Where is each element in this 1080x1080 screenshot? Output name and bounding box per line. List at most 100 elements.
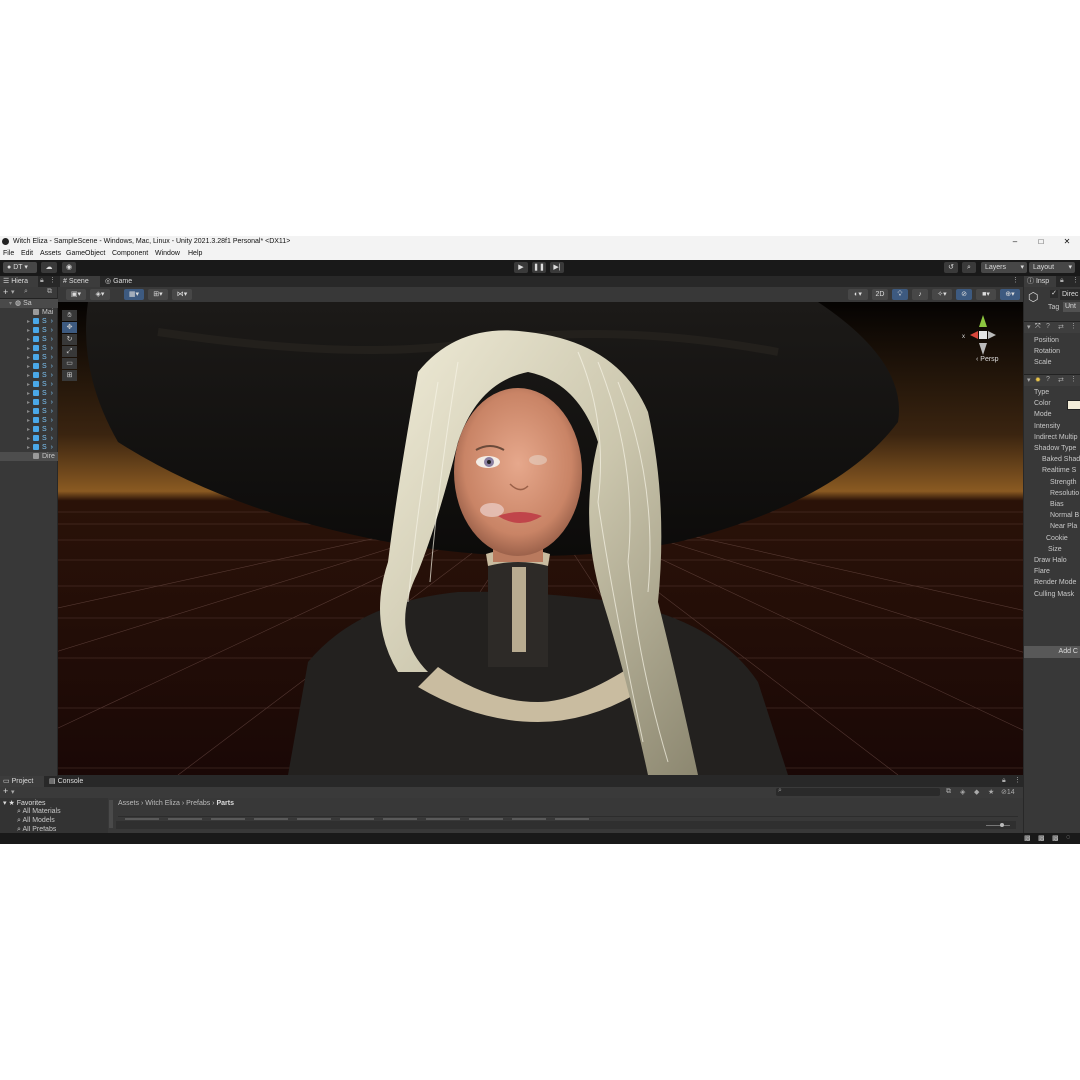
menu-gameobject[interactable]: GameObject — [66, 250, 105, 257]
breadcrumb-item[interactable]: Parts — [216, 800, 234, 807]
hidden-packages-icon[interactable]: ⊘14 — [1001, 788, 1015, 796]
grid-snap-button[interactable]: ▦▾ — [124, 289, 144, 300]
draw-mode-button[interactable]: ▣▾ — [66, 289, 86, 300]
close-button[interactable]: ✕ — [1054, 236, 1080, 248]
asset-thumbnail[interactable] — [254, 818, 288, 820]
asset-thumbnail[interactable] — [383, 818, 417, 820]
asset-thumbnail[interactable] — [340, 818, 374, 820]
more-icon[interactable]: ⋮ — [1072, 276, 1079, 284]
audio-toggle-button[interactable]: ♪ — [912, 289, 928, 300]
cloud-button[interactable]: ☁ — [41, 262, 57, 273]
filter-icon[interactable]: ⧉ — [946, 788, 951, 796]
transform-tool[interactable]: ⊞ — [62, 370, 77, 381]
fav-item[interactable]: ⌕ All Materials — [17, 808, 61, 816]
maximize-button[interactable]: □ — [1028, 236, 1054, 248]
search-icon[interactable]: ⌕ — [24, 288, 28, 296]
rect-tool[interactable]: ▭ — [62, 358, 77, 369]
help-icon[interactable]: ? — [1046, 323, 1050, 330]
collab-button[interactable]: ◉ — [62, 262, 76, 273]
bake-icon[interactable]: ▩ — [1038, 834, 1045, 842]
add-component-button[interactable]: Add C — [1024, 646, 1080, 658]
scene-viewport[interactable]: ✋︎ ✥ ↻ ⤢ ▭ ⊞ x ‹ Persp — [58, 302, 1023, 775]
help-icon[interactable]: ? — [1046, 376, 1050, 383]
orientation-gizmo[interactable]: x — [958, 310, 1008, 360]
asset-thumbnail[interactable] — [297, 818, 331, 820]
transform-component-header[interactable]: ▾ ⤧ ? ⇄ ⋮ — [1024, 321, 1080, 333]
zoom-slider[interactable] — [986, 825, 1010, 826]
asset-thumbnail[interactable] — [426, 818, 460, 820]
object-name-field[interactable]: Direc — [1060, 289, 1080, 300]
mode-2d-button[interactable]: 2D — [872, 289, 888, 300]
more-icon[interactable]: ⋮ — [1014, 776, 1021, 784]
tab-hierarchy[interactable]: ☰ Hiera — [0, 276, 38, 287]
breadcrumb-item[interactable]: Assets — [118, 800, 139, 807]
layers-dropdown[interactable]: Layers ▾ — [981, 262, 1027, 273]
lock-icon[interactable]: 🔒︎ — [40, 277, 44, 285]
add-button[interactable]: + — [3, 786, 8, 796]
cache-icon[interactable]: ▩ — [1052, 834, 1059, 842]
graphics-icon[interactable]: ▩ — [1024, 834, 1031, 842]
tag-dropdown[interactable]: Unt — [1063, 302, 1080, 312]
add-button[interactable]: + — [3, 287, 8, 297]
asset-thumbnail[interactable] — [125, 818, 159, 820]
hand-tool[interactable]: ✋︎ — [62, 310, 77, 321]
lighting-toggle-button[interactable]: 💡︎ — [892, 289, 908, 300]
menu-edit[interactable]: Edit — [21, 250, 33, 257]
step-button[interactable]: ▶| — [550, 262, 564, 273]
asset-thumbnail[interactable] — [512, 818, 546, 820]
more-icon[interactable]: ⋮ — [1070, 322, 1077, 330]
scene-visibility-icon[interactable]: ⧉ — [47, 288, 52, 296]
asset-thumbnail[interactable] — [555, 818, 589, 820]
tree-scrollbar[interactable] — [109, 800, 113, 828]
gizmos-button[interactable]: ⊕▾ — [1000, 289, 1020, 300]
type-filter-icon[interactable]: ◈ — [960, 788, 965, 796]
favorites-header[interactable]: ▾ ★ Favorites — [3, 799, 45, 807]
chevron-down-icon[interactable]: ▾ — [11, 288, 15, 296]
lock-icon[interactable]: 🔒︎ — [1060, 277, 1064, 285]
camera-button[interactable]: ■▾ — [976, 289, 996, 300]
projection-label[interactable]: ‹ Persp — [976, 356, 999, 363]
asset-thumbnail[interactable] — [168, 818, 202, 820]
play-button[interactable]: ▶ — [514, 262, 528, 273]
more-icon[interactable]: ⋮ — [49, 276, 56, 284]
minimize-button[interactable]: – — [1002, 236, 1028, 248]
rotate-tool[interactable]: ↻ — [62, 334, 77, 345]
tab-game[interactable]: ◎ Game — [102, 276, 142, 287]
render-mode-button[interactable]: ◈▾ — [90, 289, 110, 300]
layout-dropdown[interactable]: Layout ▾ — [1029, 262, 1075, 273]
search-input[interactable]: ⌕ — [776, 787, 940, 796]
breadcrumb-item[interactable]: Witch Eliza — [145, 800, 180, 807]
move-tool[interactable]: ✥ — [62, 322, 77, 333]
fav-item[interactable]: ⌕ All Models — [17, 817, 55, 825]
zoom-slider-handle[interactable] — [1000, 823, 1004, 827]
asset-thumbnail[interactable] — [211, 818, 245, 820]
effects-button[interactable]: ✧▾ — [932, 289, 952, 300]
scale-tool[interactable]: ⤢ — [62, 346, 77, 357]
menu-help[interactable]: Help — [188, 250, 202, 257]
more-icon[interactable]: ⋮ — [1070, 375, 1077, 383]
color-swatch[interactable] — [1067, 400, 1080, 410]
hidden-objects-button[interactable]: ⊘ — [956, 289, 972, 300]
preset-icon[interactable]: ⇄ — [1058, 323, 1064, 331]
menu-assets[interactable]: Assets — [40, 250, 61, 257]
fav-item[interactable]: ⌕ All Prefabs — [17, 826, 56, 833]
gizmo-toggle-button[interactable]: ⋈▾ — [172, 289, 192, 300]
more-icon[interactable]: ⋮ — [1012, 276, 1019, 284]
account-dropdown[interactable]: ● DT ▾ — [3, 262, 37, 273]
star-icon[interactable]: ★ — [988, 788, 994, 796]
snap-increment-button[interactable]: ⊞▾ — [148, 289, 168, 300]
label-filter-icon[interactable]: ◆ — [974, 788, 979, 796]
tab-console[interactable]: ▤ Console — [46, 776, 90, 787]
tab-inspector[interactable]: ⓘ Insp — [1024, 276, 1056, 287]
menu-component[interactable]: Component — [112, 250, 148, 257]
preset-icon[interactable]: ⇄ — [1058, 376, 1064, 384]
active-checkbox[interactable]: ✓ — [1050, 290, 1058, 298]
tab-scene[interactable]: # Scene — [60, 276, 100, 287]
progress-icon[interactable]: ◌ — [1066, 834, 1070, 841]
menu-window[interactable]: Window — [155, 250, 180, 257]
search-button[interactable]: ⌕ — [962, 262, 976, 273]
chevron-down-icon[interactable]: ▾ — [11, 788, 15, 796]
history-button[interactable]: ↺ — [944, 262, 958, 273]
asset-thumbnail[interactable] — [469, 818, 503, 820]
pause-button[interactable]: ❚❚ — [532, 262, 546, 273]
